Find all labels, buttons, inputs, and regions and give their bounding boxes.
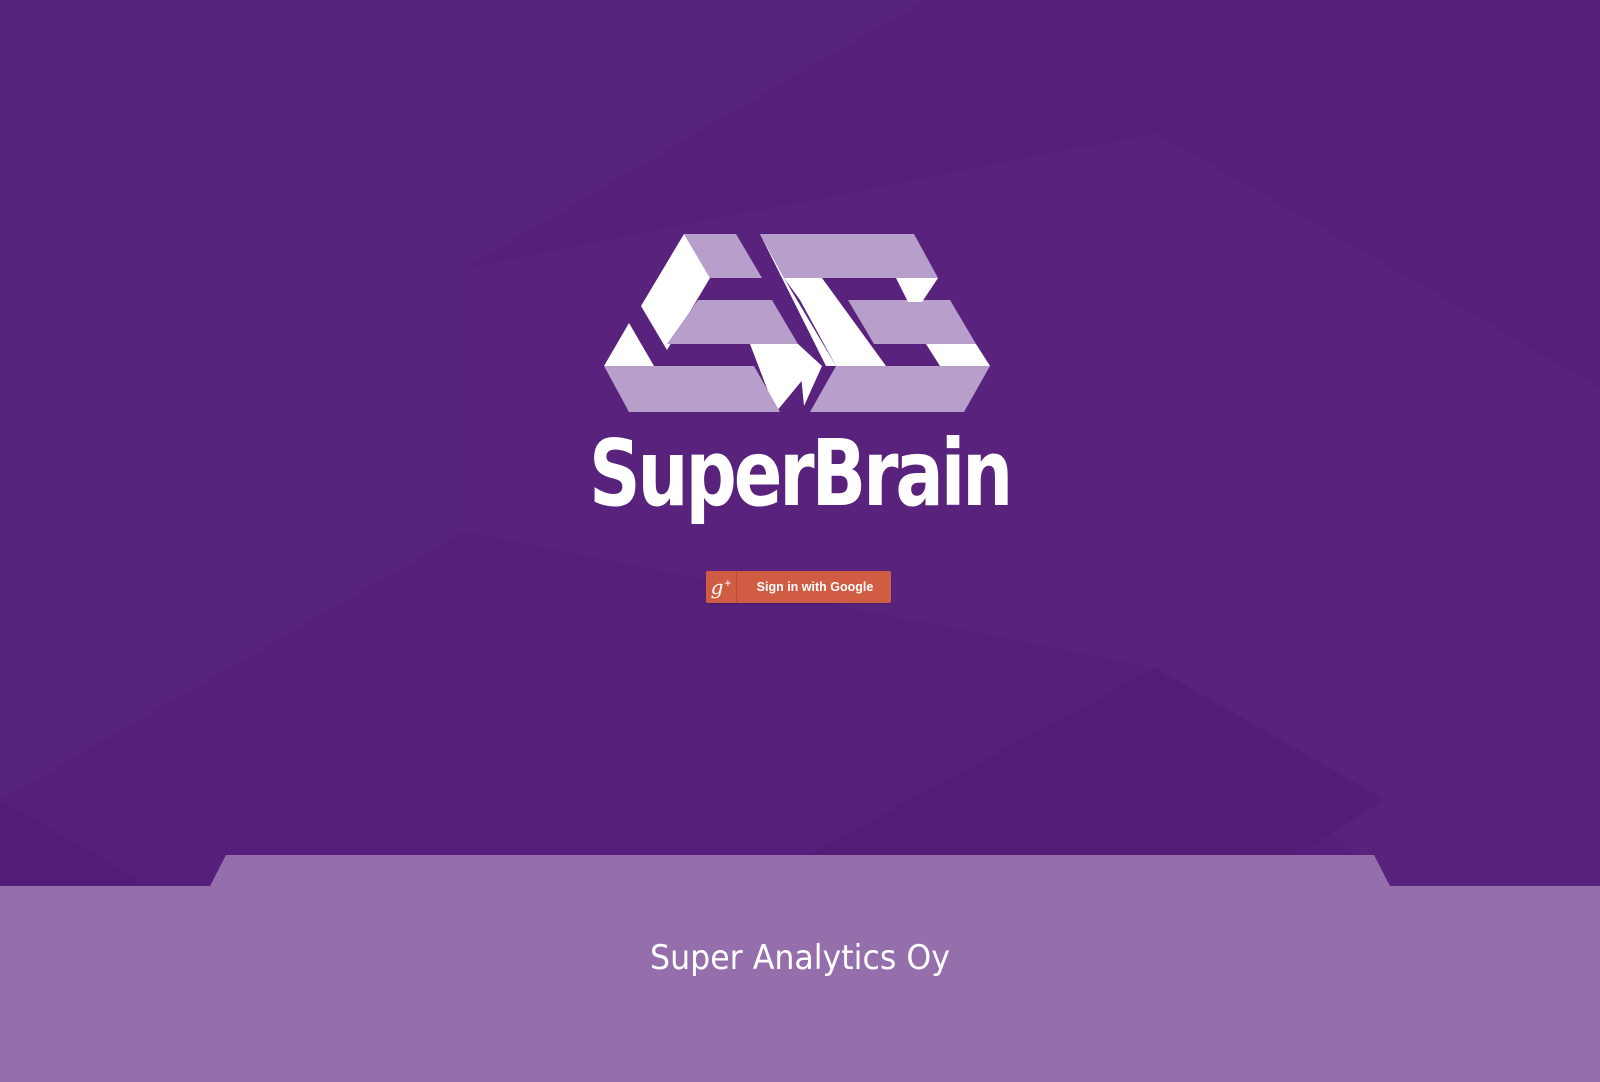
- company-name: Super Analytics Oy: [650, 938, 950, 978]
- google-sign-in-label: Sign in with Google: [756, 580, 874, 594]
- footer-tab-shape: [210, 855, 1390, 886]
- google-sign-in-button[interactable]: g + Sign in with Google: [706, 571, 891, 603]
- brand-wordmark: SuperBrain: [588, 420, 1013, 527]
- footer: [0, 886, 1600, 1082]
- google-plus-icon: g +: [706, 571, 737, 603]
- superbrain-logo-icon: [604, 234, 990, 412]
- login-page: SuperBrain g + Sign in with Google Super …: [0, 0, 1600, 1082]
